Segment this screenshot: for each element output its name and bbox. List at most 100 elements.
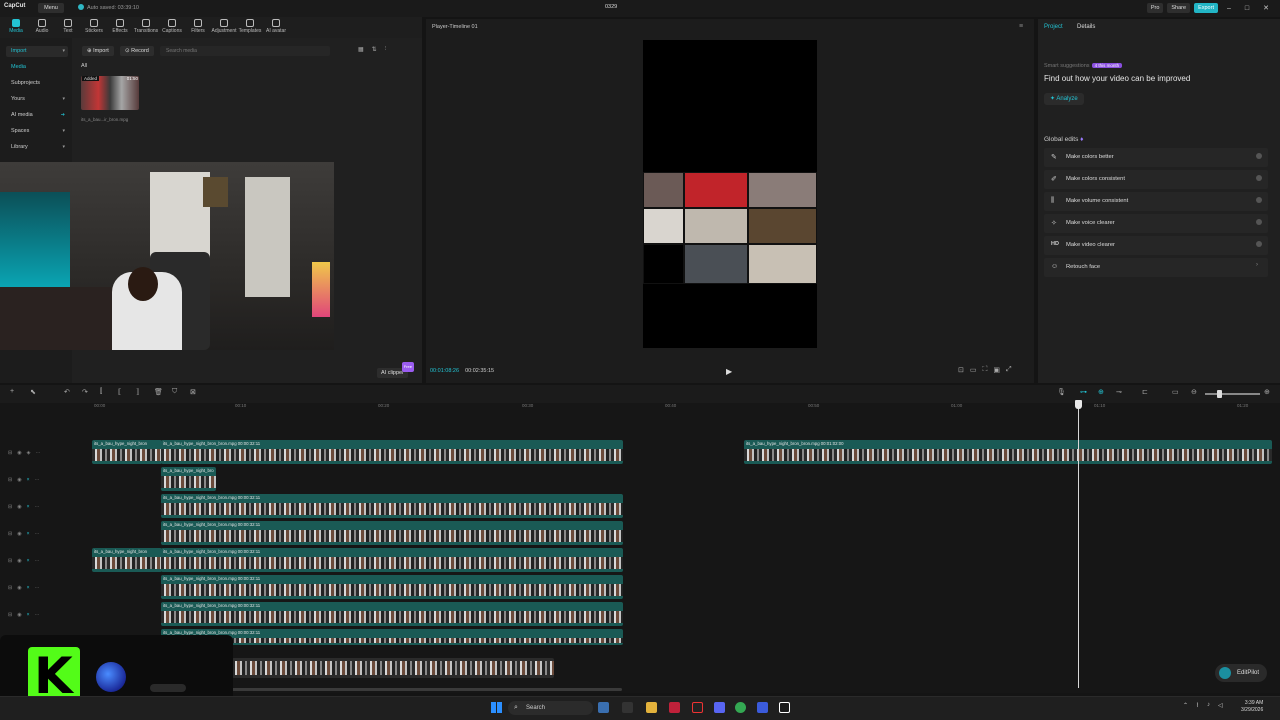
discord-icon[interactable]: [714, 702, 725, 713]
edit-retouch-face[interactable]: ☺ Retouch face ›: [1044, 258, 1268, 277]
clock[interactable]: 3:39 AM 3/29/2026: [1241, 700, 1263, 714]
app-icon[interactable]: [692, 702, 703, 713]
undo-icon[interactable]: ↶: [64, 388, 70, 396]
edit-make-voice-clearer[interactable]: ✧ Make voice clearer: [1044, 214, 1268, 233]
more-icon[interactable]: ⋯: [35, 558, 40, 564]
mute-icon[interactable]: ◈: [27, 450, 31, 456]
tool-stickers[interactable]: Stickers: [82, 17, 106, 38]
edit-make-colors-better[interactable]: ✎ Make colors better: [1044, 148, 1268, 167]
tool-captions[interactable]: Captions: [160, 17, 184, 38]
task-view-icon[interactable]: [622, 702, 633, 713]
app-icon[interactable]: [757, 702, 768, 713]
tool-media[interactable]: Media: [4, 17, 28, 38]
volume-icon[interactable]: ◁: [1218, 702, 1223, 709]
editpilot-button[interactable]: EditPilot: [1215, 664, 1268, 682]
filter-all-label[interactable]: All: [81, 63, 87, 69]
lock-icon[interactable]: ⊟: [8, 450, 12, 456]
hide-icon[interactable]: ◉: [17, 531, 21, 537]
crop-icon[interactable]: ⊡: [958, 366, 964, 374]
mute-icon[interactable]: ×: [27, 531, 30, 537]
minimize-icon[interactable]: –: [1222, 5, 1236, 12]
zoom-in-icon[interactable]: ⊕: [1264, 388, 1270, 396]
taskbar-search[interactable]: ⌕ Search: [508, 701, 593, 715]
split-icon[interactable]: ⫿: [100, 388, 102, 396]
select-tool-icon[interactable]: ⬉: [30, 388, 36, 396]
close-icon[interactable]: ✕: [1258, 4, 1274, 12]
main-track-clip[interactable]: [232, 658, 554, 678]
export-button[interactable]: Export: [1194, 3, 1218, 13]
playhead-handle[interactable]: [1075, 400, 1082, 409]
hide-icon[interactable]: ◉: [17, 477, 21, 483]
sort-icon[interactable]: ⇅: [372, 46, 377, 53]
acrobat-icon[interactable]: [669, 702, 680, 713]
file-explorer-icon[interactable]: [646, 702, 657, 713]
fit-icon[interactable]: ▭: [1172, 388, 1179, 396]
sidebar-item-subprojects[interactable]: Subprojects: [6, 78, 68, 89]
chevron-up-icon[interactable]: ⌃: [1183, 702, 1188, 709]
hide-icon[interactable]: ◉: [17, 504, 21, 510]
microphone-icon[interactable]: ♪: [1207, 702, 1210, 709]
lock-icon[interactable]: ⊟: [8, 585, 12, 591]
lock-icon[interactable]: ⊟: [8, 504, 12, 510]
tool-adjustment[interactable]: Adjustment: [212, 17, 237, 38]
edit-make-video-clearer[interactable]: HD Make video clearer: [1044, 236, 1268, 255]
lock-icon[interactable]: ⊟: [8, 558, 12, 564]
lock-icon[interactable]: ⊟: [8, 612, 12, 618]
record-button[interactable]: ⊙ Record: [120, 46, 154, 56]
preview-canvas[interactable]: [643, 40, 817, 348]
mute-icon[interactable]: ×: [27, 504, 30, 510]
microphone-icon[interactable]: 🎙: [1057, 388, 1066, 396]
sidebar-item-ai-media[interactable]: AI media ➔: [6, 110, 68, 121]
more-icon[interactable]: ⋯: [35, 477, 40, 483]
tool-audio[interactable]: Audio: [30, 17, 54, 38]
tool-text[interactable]: Text: [56, 17, 80, 38]
sidebar-item-import[interactable]: Import ▾: [6, 46, 68, 57]
marker-icon[interactable]: ⛉: [172, 388, 177, 396]
ratio-icon[interactable]: ▭: [970, 366, 977, 374]
timeline-clip[interactable]: its_a_bau_hype_night_bron_bron.mpg 00:01…: [744, 440, 1272, 464]
sidebar-item-yours[interactable]: Yours ▾: [6, 94, 68, 105]
more-icon[interactable]: ⋯: [35, 585, 40, 591]
playhead[interactable]: [1078, 401, 1079, 688]
mute-icon[interactable]: ×: [27, 477, 30, 483]
pro-button[interactable]: Pro: [1146, 3, 1164, 13]
mute-icon[interactable]: ×: [27, 558, 30, 564]
redo-icon[interactable]: ↷: [82, 388, 88, 396]
more-icon[interactable]: ⋯: [35, 450, 40, 456]
hide-icon[interactable]: ◉: [17, 612, 21, 618]
tool-effects[interactable]: Effects: [108, 17, 132, 38]
sidebar-item-library[interactable]: Library ▾: [6, 142, 68, 153]
filter-icon[interactable]: ⫶: [385, 46, 387, 53]
split-left-icon[interactable]: ⟦: [118, 388, 121, 396]
media-thumbnail[interactable]: Added 01:50: [81, 76, 139, 110]
timeline-clip[interactable]: its_a_bau_hype_night_bron_bron.mpg 00:00…: [161, 602, 623, 626]
lock-icon[interactable]: ⊟: [8, 477, 12, 483]
ai-clipper-button[interactable]: AI clipper Free: [377, 362, 414, 378]
windows-start-icon[interactable]: [491, 702, 502, 713]
timeline-clip[interactable]: its_a_bau_hype_night_bron: [92, 548, 162, 572]
delete-icon[interactable]: 🗑: [154, 388, 163, 396]
media-search-input[interactable]: Search media: [160, 46, 330, 56]
hide-icon[interactable]: ◉: [17, 585, 21, 591]
zoom-slider-handle[interactable]: [1217, 390, 1222, 398]
edit-make-colors-consistent[interactable]: ✐ Make colors consistent: [1044, 170, 1268, 189]
analyze-button[interactable]: ✦ Analyze: [1044, 93, 1084, 105]
capcut-taskbar-icon[interactable]: [779, 702, 790, 713]
more-icon[interactable]: ⋯: [35, 612, 40, 618]
add-track-icon[interactable]: +: [10, 388, 14, 395]
mute-icon[interactable]: ×: [27, 585, 30, 591]
tab-project[interactable]: Project: [1044, 24, 1063, 30]
fullscreen-icon[interactable]: ⤢: [1006, 366, 1012, 374]
preview-axis-icon[interactable]: ⊸: [1116, 388, 1122, 396]
wifi-icon[interactable]: ⌇: [1196, 702, 1199, 709]
timeline-clip[interactable]: its_a_bau_hype_night_bron: [92, 440, 162, 464]
snap-icon[interactable]: ⊏: [1142, 388, 1148, 396]
tool-transitions[interactable]: Transitions: [134, 17, 158, 38]
timeline-clip[interactable]: its_a_bau_hype_night_bro: [161, 467, 216, 491]
link-icon[interactable]: ⊶: [1080, 388, 1087, 396]
copilot-icon[interactable]: [598, 702, 609, 713]
import-button[interactable]: ⊕ Import: [82, 46, 114, 56]
mute-icon[interactable]: ×: [27, 612, 30, 618]
timeline-clip[interactable]: its_a_bau_hype_night_bron_bron.mpg 00:00…: [161, 548, 623, 572]
sidebar-item-media[interactable]: Media: [6, 62, 68, 73]
